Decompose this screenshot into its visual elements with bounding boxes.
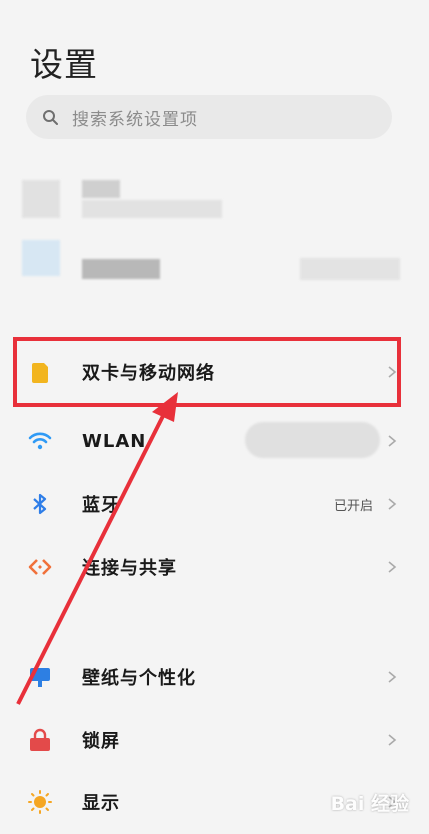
annotation-arrow xyxy=(16,392,178,705)
watermark: Bai 经验 xyxy=(330,793,409,815)
